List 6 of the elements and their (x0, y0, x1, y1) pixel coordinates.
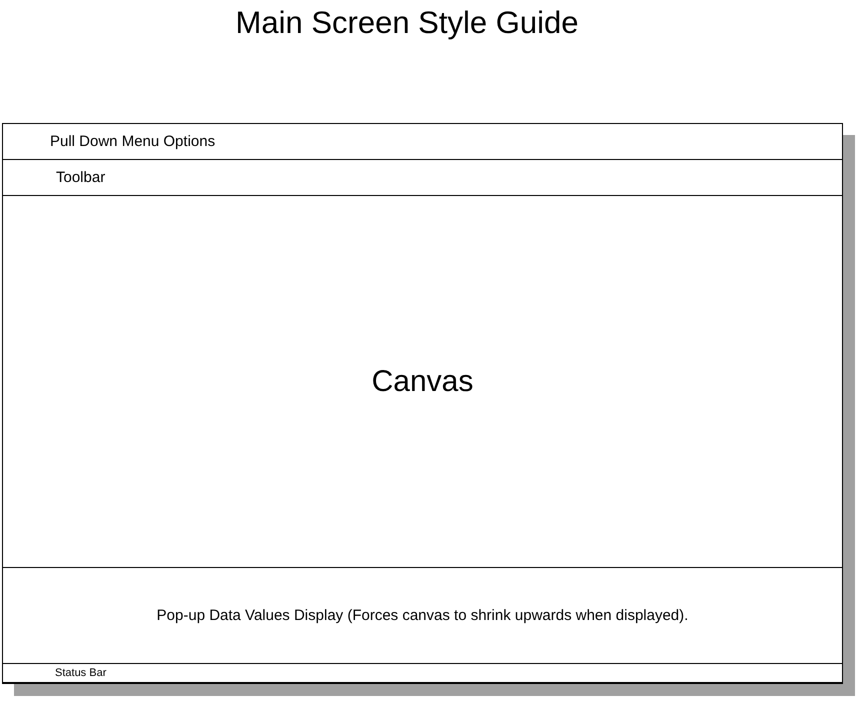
canvas-label: Canvas (372, 364, 474, 398)
toolbar-label: Toolbar (56, 169, 106, 186)
menu-bar-label: Pull Down Menu Options (50, 133, 216, 150)
page-title: Main Screen Style Guide (234, 4, 580, 42)
popup-display-label: Pop-up Data Values Display (Forces canvas to shrink upwards when displayed). (156, 607, 688, 624)
status-bar-label: Status Bar (55, 667, 106, 679)
